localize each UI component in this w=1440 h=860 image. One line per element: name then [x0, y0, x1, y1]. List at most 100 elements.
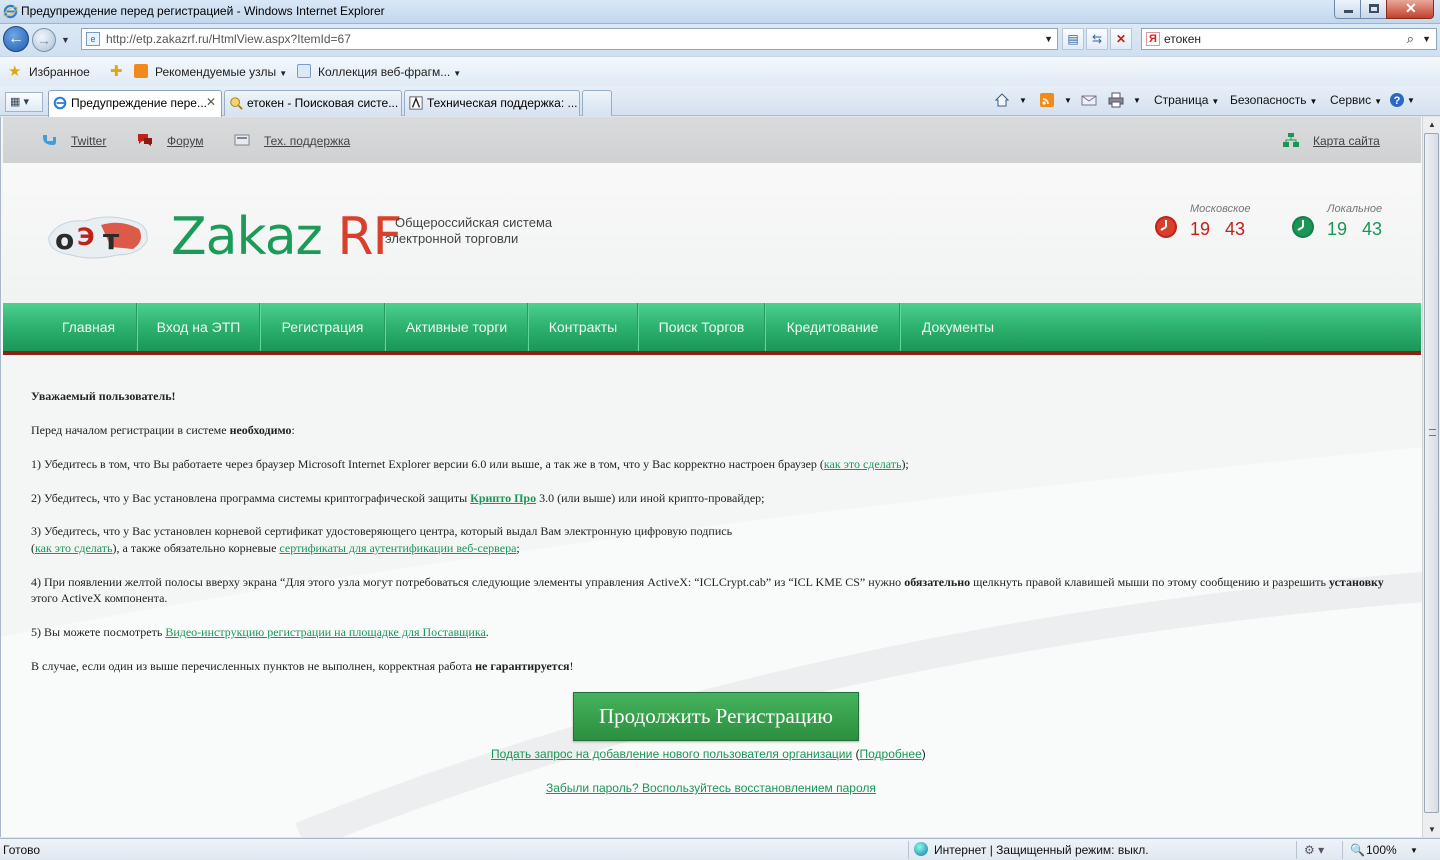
- grip-icon: [1429, 429, 1436, 436]
- suggested-sites-link[interactable]: Рекомендуемые узлы ▼: [155, 65, 287, 79]
- search-icon[interactable]: ⌕: [1407, 31, 1414, 47]
- zoom-level[interactable]: 100%: [1366, 843, 1397, 857]
- nav-contracts[interactable]: Контракты: [529, 303, 638, 351]
- scrollbar-thumb[interactable]: [1424, 133, 1439, 813]
- address-field[interactable]: e http://etp.zakazrf.ru/HtmlView.aspx?It…: [81, 28, 1058, 50]
- print-icon[interactable]: [1108, 92, 1124, 108]
- moscow-time-label: Московское: [1190, 203, 1251, 215]
- feeds-dropdown[interactable]: ▼: [1064, 96, 1072, 105]
- nav-login[interactable]: Вход на ЭТП: [138, 303, 260, 351]
- refresh-icon: ⇆: [1091, 32, 1103, 46]
- web-slice-gallery-link[interactable]: Коллекция веб-фрагм... ▼: [318, 65, 461, 79]
- ie-logo-icon: [3, 4, 18, 19]
- print-dropdown[interactable]: ▼: [1133, 96, 1141, 105]
- internet-zone-icon: [914, 842, 928, 856]
- favorites-bar: ★ Избранное ✚ Рекомендуемые узлы ▼ Коллек…: [0, 56, 1440, 86]
- local-time-label: Локальное: [1327, 203, 1383, 215]
- local-minutes: 43: [1362, 219, 1383, 239]
- scroll-up-icon[interactable]: ▲: [1428, 120, 1436, 129]
- status-bar: Готово Интернет | Защищенный режим: выкл…: [0, 838, 1440, 860]
- site-top-bar: Twitter Форум Тех. поддержка Карта сайта: [3, 117, 1421, 163]
- favorites-star-icon: ★: [8, 63, 22, 80]
- tech-support-link[interactable]: Тех. поддержка: [264, 134, 350, 148]
- arrow-left-icon: ←: [8, 30, 24, 47]
- nav-crediting[interactable]: Кредитование: [766, 303, 900, 351]
- zakazrf-logo-text: Zakaz RF: [171, 207, 402, 267]
- svg-text:?: ?: [1394, 95, 1401, 107]
- forgot-password-link[interactable]: Забыли пароль? Воспользуйтесь восстановл…: [546, 781, 876, 795]
- svg-text:т: т: [103, 223, 120, 256]
- tab-label: Техническая поддержка: ...: [427, 96, 578, 110]
- page-menu[interactable]: Страница ▼: [1154, 93, 1219, 107]
- server-certificates-link[interactable]: сертификаты для аутентификации веб-серве…: [279, 541, 516, 555]
- tools-menu[interactable]: Сервис ▼: [1330, 93, 1382, 107]
- tab-search-results[interactable]: етокен - Поисковая систе...: [224, 90, 402, 116]
- help-icon[interactable]: ?: [1389, 92, 1405, 108]
- status-separator: [1296, 841, 1297, 859]
- search-input[interactable]: [1164, 31, 1404, 47]
- video-instruction-link[interactable]: Видео-инструкцию регистрации на площадке…: [165, 625, 485, 639]
- arrow-right-icon: →: [37, 32, 51, 48]
- minimize-button[interactable]: [1334, 0, 1361, 19]
- zoom-dropdown[interactable]: ▼: [1410, 846, 1418, 855]
- details-link[interactable]: Подробнее: [860, 747, 922, 761]
- page-icon: e: [86, 32, 100, 46]
- tab-close-icon[interactable]: ✕: [206, 95, 216, 109]
- moscow-clock-icon: [1155, 216, 1177, 238]
- scroll-down-icon[interactable]: ▼: [1428, 825, 1436, 834]
- protected-mode-icon[interactable]: ⚙ ▾: [1304, 843, 1324, 857]
- search-box[interactable]: Я ⌕ ▼: [1141, 28, 1437, 50]
- greeting: Уважаемый пользователь!: [31, 389, 176, 403]
- security-zone-text[interactable]: Интернет | Защищенный режим: выкл.: [934, 843, 1149, 857]
- new-tab-button[interactable]: [582, 90, 612, 116]
- forum-link[interactable]: Форум: [167, 134, 203, 148]
- url-text[interactable]: http://etp.zakazrf.ru/HtmlView.aspx?Item…: [106, 32, 351, 46]
- search-page-icon: [230, 97, 243, 110]
- certificate-setup-link[interactable]: как это сделать: [35, 541, 113, 555]
- home-icon[interactable]: [994, 92, 1010, 108]
- nav-home[interactable]: Главная: [41, 303, 137, 351]
- ie-page-icon: [53, 96, 67, 110]
- refresh-button[interactable]: ⇆: [1086, 28, 1108, 50]
- tab-tech-support[interactable]: Техническая поддержка: ...: [404, 90, 580, 116]
- request-new-user-link[interactable]: Подать запрос на добавление нового польз…: [491, 747, 852, 761]
- twitter-link[interactable]: Twitter: [71, 134, 106, 148]
- continue-registration-button[interactable]: Продолжить Регистрацию: [573, 692, 859, 741]
- intro-text: Перед началом регистрации в системе необ…: [31, 423, 295, 437]
- nav-search-auctions[interactable]: Поиск Торгов: [639, 303, 765, 351]
- status-separator: [1342, 841, 1343, 859]
- search-options-dropdown[interactable]: ▼: [1422, 34, 1431, 44]
- main-nav: Главная Вход на ЭТП Регистрация Активные…: [3, 303, 1421, 355]
- forward-button[interactable]: →: [32, 28, 56, 52]
- site-header: о Э т Zakaz RF Общероссийская система эл…: [3, 163, 1421, 303]
- compat-view-icon: ▤: [1067, 32, 1079, 46]
- rss-feed-icon[interactable]: [1039, 92, 1055, 108]
- nav-documents[interactable]: Документы: [901, 303, 1015, 351]
- home-dropdown[interactable]: ▼: [1019, 96, 1027, 105]
- help-dropdown[interactable]: ▼: [1407, 96, 1415, 105]
- safety-menu[interactable]: Безопасность ▼: [1230, 93, 1317, 107]
- support-icon: [234, 134, 250, 146]
- vertical-scrollbar[interactable]: ▲ ▼: [1422, 117, 1440, 837]
- url-dropdown-icon[interactable]: ▼: [1044, 34, 1053, 44]
- add-favorite-icon[interactable]: ✚: [110, 62, 123, 80]
- compatibility-view-button[interactable]: ▤: [1062, 28, 1084, 50]
- sitemap-link[interactable]: Карта сайта: [1313, 134, 1380, 148]
- nav-active-auctions[interactable]: Активные торги: [386, 303, 528, 351]
- window-title: Предупреждение перед регистрацией - Wind…: [21, 4, 385, 18]
- read-mail-icon[interactable]: [1081, 92, 1097, 108]
- close-window-button[interactable]: ✕: [1386, 0, 1434, 19]
- quick-tabs-button[interactable]: ▦ ▾: [5, 92, 43, 112]
- cryptopro-link[interactable]: Крипто Про: [470, 491, 536, 505]
- moscow-minutes: 43: [1225, 219, 1246, 239]
- tab-label: Предупреждение пере...: [71, 96, 207, 110]
- favorites-button[interactable]: Избранное: [29, 65, 90, 79]
- browser-setup-link[interactable]: как это сделать: [824, 457, 902, 471]
- maximize-button[interactable]: [1360, 0, 1387, 19]
- history-dropdown-button[interactable]: ▼: [61, 35, 70, 45]
- back-button[interactable]: ←: [3, 26, 29, 52]
- tab-registration-warning[interactable]: Предупреждение пере... ✕: [48, 90, 222, 117]
- page-viewport: Twitter Форум Тех. поддержка Карта сайта…: [0, 117, 1422, 837]
- stop-button[interactable]: ✕: [1110, 28, 1132, 50]
- nav-registration[interactable]: Регистрация: [261, 303, 385, 351]
